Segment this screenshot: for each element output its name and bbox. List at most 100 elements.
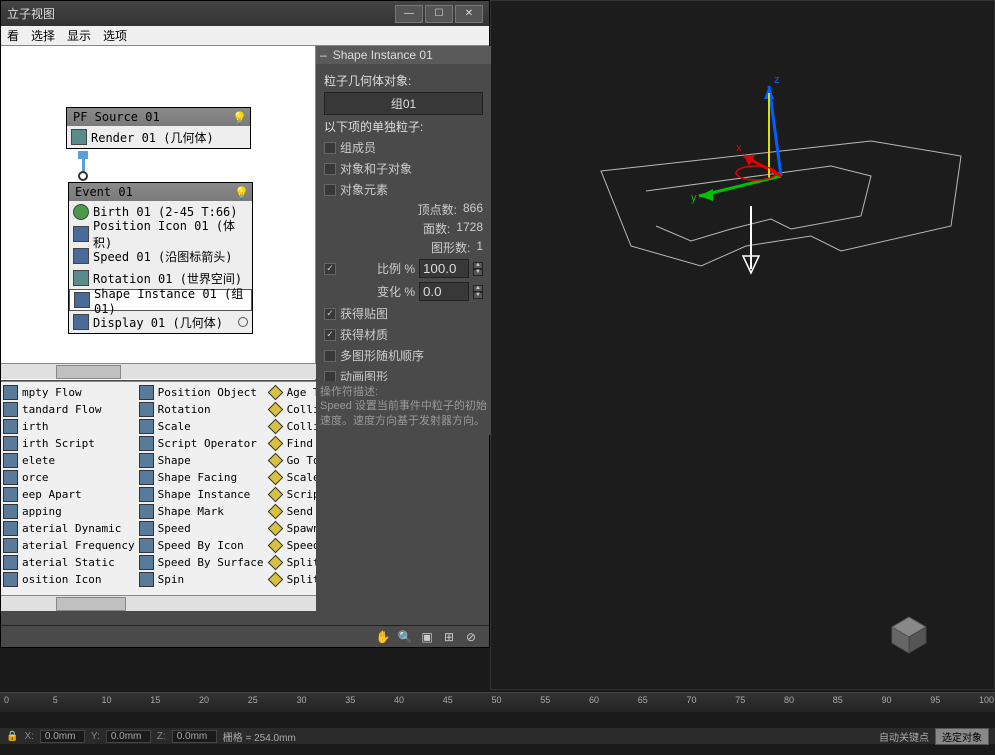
chk-rand[interactable]: [324, 350, 336, 362]
operator-icon: [139, 470, 154, 485]
getmat-label: 获得材质: [340, 326, 388, 343]
bulb-icon[interactable]: 💡: [232, 111, 244, 123]
depot-item[interactable]: Rotation: [139, 401, 264, 418]
keyfilter-button[interactable]: 选定对象: [935, 728, 989, 745]
depot-item[interactable]: apping: [3, 503, 135, 520]
display-toggle-icon[interactable]: [238, 317, 248, 327]
depot-item[interactable]: Shape Mark: [139, 503, 264, 520]
depot-item-label: elete: [22, 454, 55, 467]
event-node[interactable]: Event 01 💡 Birth 01 (2-45 T:66) Position…: [68, 182, 253, 334]
depot-item[interactable]: Speed Tes: [268, 537, 316, 554]
menu-select[interactable]: 选择: [31, 27, 55, 44]
depot-item[interactable]: Find Targ: [268, 435, 316, 452]
position-op[interactable]: Position Icon 01 (体积): [69, 223, 252, 245]
depot-item[interactable]: Send Out: [268, 503, 316, 520]
minimize-button[interactable]: —: [395, 5, 423, 23]
shape-instance-op[interactable]: Shape Instance 01 (组01): [69, 289, 252, 311]
spinup-icon[interactable]: ▲: [473, 262, 483, 269]
depot-item[interactable]: Script Te: [268, 486, 316, 503]
input-connector[interactable]: [78, 171, 88, 181]
depot-h-scrollbar[interactable]: [1, 595, 316, 611]
chk-member[interactable]: [324, 142, 336, 154]
event-head[interactable]: Event 01 💡: [69, 183, 252, 201]
depot-item[interactable]: Speed By Icon: [139, 537, 264, 554]
depot-item[interactable]: orce: [3, 469, 135, 486]
depot-item[interactable]: aterial Static: [3, 554, 135, 571]
viewcube[interactable]: [884, 609, 934, 659]
depot-item[interactable]: Spawn: [268, 520, 316, 537]
z-value[interactable]: 0.0mm: [172, 730, 217, 743]
depot-item[interactable]: aterial Frequency: [3, 537, 135, 554]
depot-item[interactable]: Collision: [268, 401, 316, 418]
depot-item[interactable]: Split Sel: [268, 571, 316, 588]
spindown-icon[interactable]: ▼: [473, 292, 483, 299]
depot-item[interactable]: Collision: [268, 418, 316, 435]
depot-item[interactable]: mpty Flow: [3, 384, 135, 401]
y-value[interactable]: 0.0mm: [106, 730, 151, 743]
viewport-3d[interactable]: z y x: [490, 0, 995, 690]
var-input[interactable]: [419, 282, 469, 301]
menu-display[interactable]: 显示: [67, 27, 91, 44]
collapse-icon[interactable]: –: [320, 48, 327, 62]
depot-item[interactable]: Split Amo: [268, 554, 316, 571]
depot-item[interactable]: Scale: [139, 418, 264, 435]
depot-item[interactable]: elete: [3, 452, 135, 469]
depot-item[interactable]: eep Apart: [3, 486, 135, 503]
operator-icon: [267, 572, 283, 588]
depot-item[interactable]: Speed By Surface: [139, 554, 264, 571]
flow-canvas[interactable]: PF Source 01 💡 Render 01 (几何体) Event 01 …: [1, 46, 316, 380]
pan-icon[interactable]: ✋: [375, 629, 391, 645]
time-slider[interactable]: [0, 712, 995, 728]
depot-item[interactable]: irth: [3, 418, 135, 435]
depot-item[interactable]: Shape Instance: [139, 486, 264, 503]
depot-item[interactable]: Shape Facing: [139, 469, 264, 486]
speed-op[interactable]: Speed 01 (沿图标箭头): [69, 245, 252, 267]
no-zoom-icon[interactable]: ⊘: [463, 629, 479, 645]
axis-lock-icon[interactable]: 🔒: [6, 731, 18, 742]
titlebar[interactable]: 立子视图 — ☐ ✕: [1, 1, 489, 26]
tick-label: 95: [930, 695, 940, 705]
operator-icon: [3, 487, 18, 502]
pf-source-node[interactable]: PF Source 01 💡 Render 01 (几何体): [66, 107, 251, 149]
depot-item[interactable]: Position Object: [139, 384, 264, 401]
time-ruler[interactable]: 0510152025303540455055606570758085909510…: [0, 692, 995, 712]
menu-edit[interactable]: 看: [7, 27, 19, 44]
depot-item[interactable]: Scale Tes: [268, 469, 316, 486]
chk-getmap[interactable]: [324, 308, 336, 320]
x-value[interactable]: 0.0mm: [40, 730, 85, 743]
pf-source-head[interactable]: PF Source 01 💡: [67, 108, 250, 126]
depot-item[interactable]: aterial Dynamic: [3, 520, 135, 537]
chk-child[interactable]: [324, 163, 336, 175]
geom-obj-field[interactable]: 组01: [324, 92, 483, 115]
render-op[interactable]: Render 01 (几何体): [67, 126, 250, 148]
depot-item[interactable]: tandard Flow: [3, 401, 135, 418]
maximize-button[interactable]: ☐: [425, 5, 453, 23]
zoom-icon[interactable]: 🔍: [397, 629, 413, 645]
chk-getmat[interactable]: [324, 329, 336, 341]
bulb-icon[interactable]: 💡: [234, 186, 246, 198]
scale-input[interactable]: [419, 259, 469, 278]
zoom-extents-icon[interactable]: ⊞: [441, 629, 457, 645]
canvas-h-scrollbar[interactable]: [1, 363, 316, 379]
depot-item-label: Shape Facing: [158, 471, 237, 484]
chk-elem[interactable]: [324, 184, 336, 196]
scrollbar-thumb[interactable]: [56, 597, 126, 611]
depot-item[interactable]: Spin: [139, 571, 264, 588]
depot-item[interactable]: Speed: [139, 520, 264, 537]
depot-item[interactable]: Go To Rot: [268, 452, 316, 469]
autokey-button[interactable]: 自动关键点: [879, 729, 929, 744]
depot-item[interactable]: Age Test: [268, 384, 316, 401]
scrollbar-thumb[interactable]: [56, 365, 121, 379]
operator-icon: [139, 521, 154, 536]
depot-item[interactable]: irth Script: [3, 435, 135, 452]
depot-item[interactable]: Script Operator: [139, 435, 264, 452]
chk-scale[interactable]: [324, 263, 336, 275]
spindown-icon[interactable]: ▼: [473, 269, 483, 276]
menu-options[interactable]: 选项: [103, 27, 127, 44]
depot-item[interactable]: Shape: [139, 452, 264, 469]
props-title[interactable]: –Shape Instance 01: [316, 46, 491, 64]
spinup-icon[interactable]: ▲: [473, 285, 483, 292]
depot-item[interactable]: osition Icon: [3, 571, 135, 588]
close-button[interactable]: ✕: [455, 5, 483, 23]
zoom-region-icon[interactable]: ▣: [419, 629, 435, 645]
